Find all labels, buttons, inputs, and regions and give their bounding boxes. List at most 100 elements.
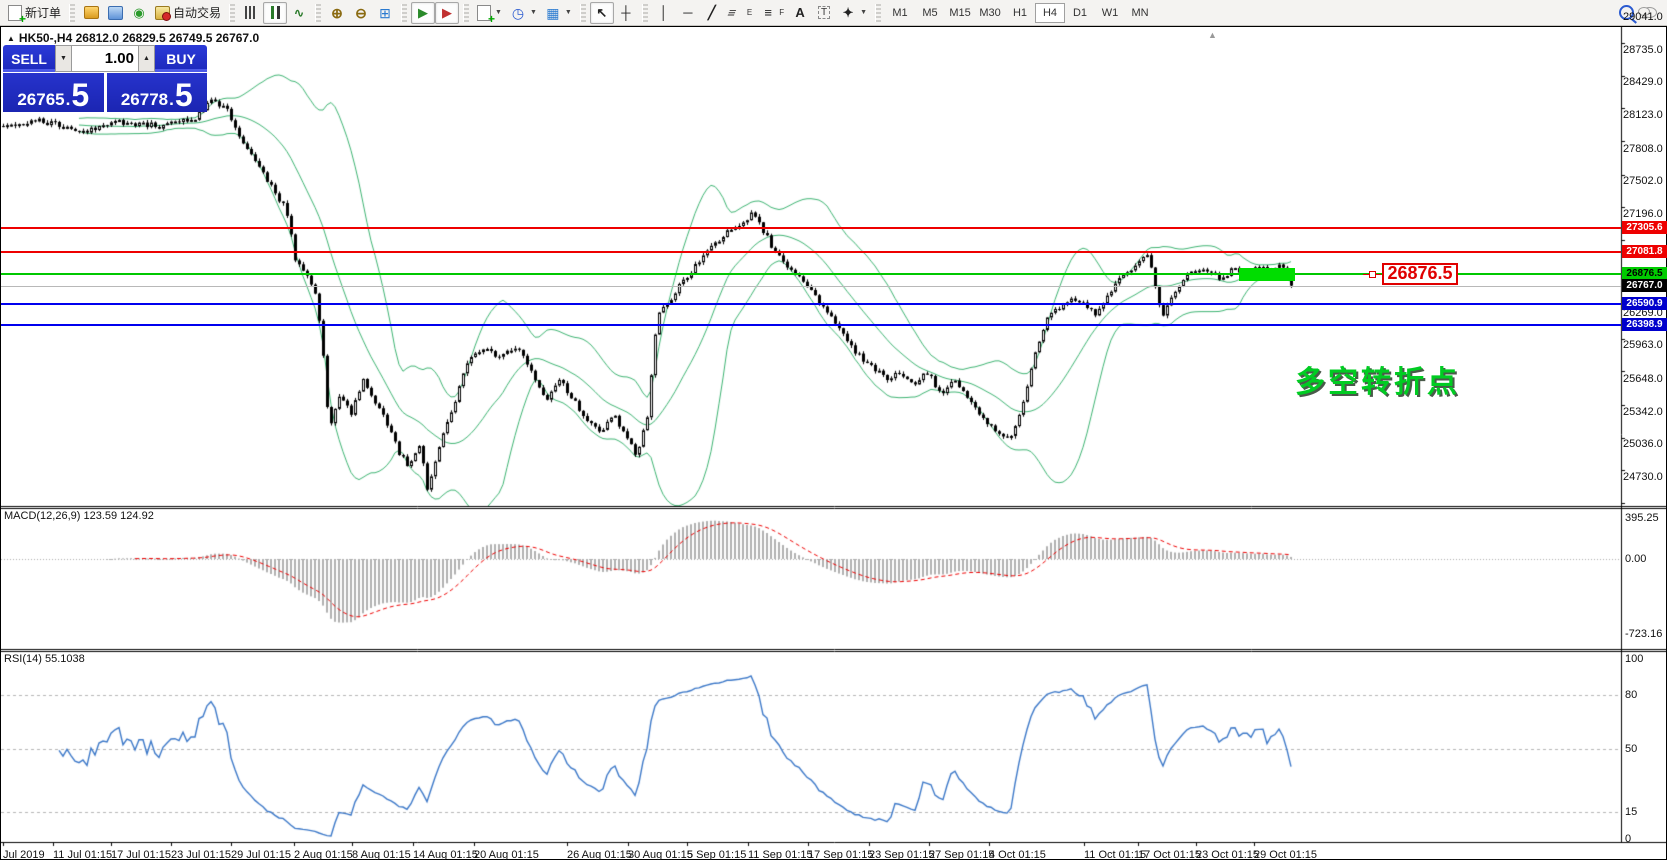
toolbar-separator bbox=[69, 4, 75, 22]
time-axis-label: 8 Aug 01:15 bbox=[352, 849, 411, 860]
line-chart-button[interactable]: ∿ bbox=[287, 2, 311, 24]
candle-chart-button[interactable] bbox=[263, 2, 287, 24]
buy-price-dot: . bbox=[169, 90, 174, 110]
timeframe-m15-button[interactable]: M15 bbox=[945, 3, 975, 23]
timeframe-w1-button[interactable]: W1 bbox=[1095, 3, 1125, 23]
auto-trading-button[interactable]: 自动交易 bbox=[151, 2, 225, 24]
timeframe-h4-button[interactable]: H4 bbox=[1035, 3, 1065, 23]
toolbar-separator bbox=[401, 4, 407, 22]
buy-price-big: 5 bbox=[175, 80, 193, 110]
timeframe-mn-button[interactable]: MN bbox=[1125, 3, 1155, 23]
text-icon: A bbox=[792, 5, 808, 21]
horizontal-level-line-27305.6[interactable] bbox=[1, 227, 1621, 229]
zoom-in-button[interactable]: ⊕ bbox=[325, 2, 349, 24]
trendline-button[interactable]: ╱ bbox=[700, 2, 724, 24]
highlight-rectangle[interactable] bbox=[1239, 268, 1295, 281]
horizontal-level-line-26767.0[interactable] bbox=[1, 286, 1621, 287]
horizontal-level-line-27081.8[interactable] bbox=[1, 251, 1621, 253]
trendline-icon: ╱ bbox=[704, 5, 720, 21]
templates-icon: ▦ bbox=[545, 5, 561, 21]
periods-button[interactable]: ◷▼ bbox=[506, 2, 541, 24]
chart-window: ▲ HK50-,H4 26812.0 26829.5 26749.5 26767… bbox=[0, 26, 1667, 860]
time-axis-label: 11 Jul 01:15 bbox=[53, 849, 112, 860]
fibonacci-icon: ≡ bbox=[760, 5, 776, 21]
new-order-button[interactable]: 新订单 bbox=[4, 2, 65, 24]
timeframe-d1-button[interactable]: D1 bbox=[1065, 3, 1095, 23]
price-level-badge: 27081.8 bbox=[1622, 245, 1667, 258]
fibonacci-button[interactable]: ≡F bbox=[756, 2, 788, 24]
equidistant-channel-button[interactable]: ≡E bbox=[724, 2, 756, 24]
candle-chart-icon bbox=[269, 6, 282, 19]
tile-windows-button[interactable]: ⊞ bbox=[373, 2, 397, 24]
horizontal-level-line-26590.9[interactable] bbox=[1, 303, 1621, 305]
icon-subscript: F bbox=[779, 8, 784, 17]
toolbar-separator bbox=[463, 4, 469, 22]
buy-button[interactable]: BUY bbox=[155, 45, 207, 72]
price-axis-tick: 28429.0 bbox=[1623, 76, 1667, 88]
chart-shift-marker-icon[interactable]: ▲ bbox=[1208, 30, 1217, 40]
price-axis-tick: 28123.0 bbox=[1623, 109, 1667, 121]
horizontal-level-line-26398.9[interactable] bbox=[1, 324, 1621, 326]
time-axis-label: 29 Oct 01:15 bbox=[1254, 849, 1317, 860]
tile-windows-icon: ⊞ bbox=[377, 5, 393, 21]
sell-price-button[interactable]: 26765.5 bbox=[3, 73, 104, 112]
timeframe-m1-button[interactable]: M1 bbox=[885, 3, 915, 23]
bar-chart-icon bbox=[245, 6, 258, 19]
crosshair-icon: ┼ bbox=[618, 5, 634, 21]
arrows-button[interactable]: ✦▼ bbox=[836, 2, 871, 24]
time-axis-label: 17 Oct 01:15 bbox=[1138, 849, 1201, 860]
macd-axis-tick: 0.00 bbox=[1625, 553, 1646, 565]
cursor-button[interactable]: ↖ bbox=[590, 2, 614, 24]
time-axis-label: 2 Aug 01:15 bbox=[294, 849, 353, 860]
mt-trading-window: 新订单◉自动交易∿⊕⊖⊞▶▶▼◷▼▦▼↖┼│─╱≡E≡FAT✦▼M1M5M15M… bbox=[0, 0, 1667, 860]
volume-input[interactable] bbox=[72, 49, 138, 68]
price-level-badge: 27305.6 bbox=[1622, 221, 1667, 234]
chart-title: ▲ HK50-,H4 26812.0 26829.5 26749.5 26767… bbox=[7, 31, 259, 45]
chart-shift-button[interactable]: ▶ bbox=[435, 2, 459, 24]
vertical-line-icon: │ bbox=[656, 5, 672, 21]
dropdown-arrow-icon: ▼ bbox=[565, 9, 572, 16]
periods-icon: ◷ bbox=[510, 5, 526, 21]
toolbar-separator bbox=[229, 4, 235, 22]
dropdown-arrow-icon: ▼ bbox=[495, 9, 502, 16]
macd-axis-tick: -723.16 bbox=[1625, 628, 1662, 640]
market-watch-button[interactable] bbox=[79, 2, 103, 24]
arrows-icon: ✦ bbox=[840, 5, 856, 21]
price-level-badge: 26767.0 bbox=[1622, 279, 1667, 292]
bar-chart-button[interactable] bbox=[239, 2, 263, 24]
price-axis-tick: 24730.0 bbox=[1623, 471, 1667, 483]
horizontal-line-icon: ─ bbox=[680, 5, 696, 21]
volume-field-wrap bbox=[72, 45, 138, 72]
price-axis-tick: 25036.0 bbox=[1623, 438, 1667, 450]
templates-button[interactable]: ▦▼ bbox=[541, 2, 576, 24]
crosshair-button[interactable]: ┼ bbox=[614, 2, 638, 24]
rsi-label: RSI(14) 55.1038 bbox=[4, 653, 85, 665]
volume-down-button[interactable]: ▼ bbox=[55, 45, 72, 72]
horizontal-line-button[interactable]: ─ bbox=[676, 2, 700, 24]
vertical-line-button[interactable]: │ bbox=[652, 2, 676, 24]
chart-canvas[interactable] bbox=[1, 27, 1667, 860]
zoom-out-button[interactable]: ⊖ bbox=[349, 2, 373, 24]
annotation-text[interactable]: 多空转折点 bbox=[1295, 357, 1460, 401]
timeframe-m30-button[interactable]: M30 bbox=[975, 3, 1005, 23]
text-label-icon: T bbox=[818, 6, 830, 19]
text-button[interactable]: A bbox=[788, 2, 812, 24]
indicators-button[interactable]: ▼ bbox=[473, 2, 506, 24]
timeframe-h1-button[interactable]: H1 bbox=[1005, 3, 1035, 23]
strategy-tester-button[interactable]: ◉ bbox=[127, 2, 151, 24]
sell-button[interactable]: SELL bbox=[3, 45, 55, 72]
buy-price-main: 26778 bbox=[121, 90, 168, 110]
data-window-button[interactable] bbox=[103, 2, 127, 24]
toolbar: 新订单◉自动交易∿⊕⊖⊞▶▶▼◷▼▦▼↖┼│─╱≡E≡FAT✦▼M1M5M15M… bbox=[0, 0, 1667, 26]
time-axis-label: 11 Oct 01:15 bbox=[1084, 849, 1146, 860]
auto-scroll-button[interactable]: ▶ bbox=[411, 2, 435, 24]
time-axis-label: 26 Aug 01:15 bbox=[567, 849, 632, 860]
timeframe-m5-button[interactable]: M5 bbox=[915, 3, 945, 23]
toolbar-separator bbox=[315, 4, 321, 22]
buy-price-button[interactable]: 26778.5 bbox=[107, 73, 208, 112]
text-label-button[interactable]: T bbox=[812, 2, 836, 24]
volume-up-button[interactable]: ▲ bbox=[138, 45, 155, 72]
price-tag-label[interactable]: 26876.5 bbox=[1382, 263, 1458, 285]
new-order-button-label: 新订单 bbox=[25, 4, 61, 21]
time-axis-label: 14 Aug 01:15 bbox=[413, 849, 478, 860]
